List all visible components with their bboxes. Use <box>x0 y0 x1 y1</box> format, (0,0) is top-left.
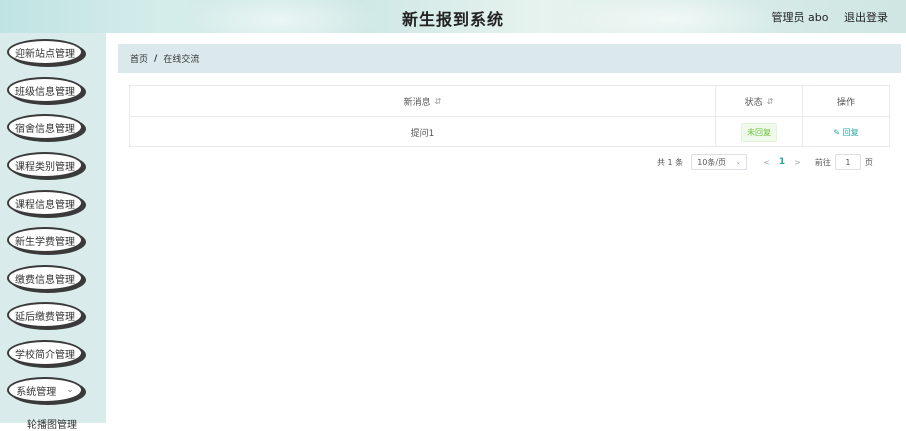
logout-link[interactable]: 退出登录 <box>844 11 888 24</box>
chevron-down-icon: ⌄ <box>66 385 74 395</box>
chevron-down-icon: ⌄ <box>735 158 742 166</box>
breadcrumb-current: 在线交流 <box>163 55 200 65</box>
breadcrumb-home[interactable]: 首页 <box>130 52 148 65</box>
table-row: 提问1 未回复 ✎ 回复 <box>130 117 889 147</box>
goto-page-input[interactable] <box>834 154 861 170</box>
sidebar-item-label: 课程类别管理 <box>15 161 75 173</box>
sidebar-item-label: 班级信息管理 <box>15 86 75 98</box>
table-header-row: 新消息 ⇵ 状态 ⇵ 操作 <box>130 86 889 117</box>
sidebar-item-label: 延后缴费管理 <box>15 311 75 323</box>
chevron-right-icon[interactable]: > <box>794 158 801 167</box>
page-suffix: 页 <box>864 157 873 167</box>
sidebar-item-label: 课程信息管理 <box>15 199 75 211</box>
column-header-message[interactable]: 新消息 ⇵ <box>130 86 716 116</box>
column-header-label: 新消息 <box>403 97 431 108</box>
sidebar-item-tuition[interactable]: 新生学费管理 <box>7 227 83 253</box>
page-size-select[interactable]: 10条/页 ⌄ <box>691 154 748 170</box>
user-area: 管理员 abo 退出登录 <box>760 9 888 25</box>
header-bar: 新生报到系统 管理员 abo 退出登录 <box>0 0 906 33</box>
cell-action: ✎ 回复 <box>803 117 889 147</box>
sidebar-item-class[interactable]: 班级信息管理 <box>7 77 83 103</box>
sidebar-item-label: 新生学费管理 <box>15 236 75 248</box>
cell-status: 未回复 <box>716 117 803 147</box>
sidebar-item-label: 缴费信息管理 <box>15 274 75 286</box>
column-header-status[interactable]: 状态 ⇵ <box>716 86 803 116</box>
page-number[interactable]: 1 <box>779 157 785 167</box>
column-header-label: 状态 <box>744 97 763 108</box>
sidebar-item-school-intro[interactable]: 学校简介管理 <box>7 340 83 366</box>
sort-caret-icon[interactable]: ⇵ <box>435 97 442 106</box>
sidebar-item-label: 学校简介管理 <box>15 349 75 361</box>
cell-message: 提问1 <box>130 117 716 147</box>
pagination: 共 1 条 10条/页 ⌄ < 1 > 前往 页 <box>657 153 873 171</box>
sidebar-item-system[interactable]: 系统管理 ⌄ <box>7 377 83 403</box>
message-table: 新消息 ⇵ 状态 ⇵ 操作 提问1 未回复 ✎ 回复 <box>129 85 890 147</box>
sidebar-item-welcome-station[interactable]: 迎新站点管理 <box>7 39 83 65</box>
sidebar-item-label: 宿舍信息管理 <box>15 123 75 135</box>
sidebar-item-dormitory[interactable]: 宿舍信息管理 <box>7 114 83 140</box>
column-header-action: 操作 <box>803 86 889 116</box>
page-size-value: 10条/页 <box>697 157 727 167</box>
goto-label: 前往 <box>814 157 831 167</box>
sidebar-item-payment[interactable]: 缴费信息管理 <box>7 265 83 291</box>
sidebar-item-course-category[interactable]: 课程类别管理 <box>7 152 83 178</box>
breadcrumb-separator: / <box>154 53 158 64</box>
chevron-left-icon[interactable]: < <box>763 158 770 167</box>
breadcrumb: 首页 / 在线交流 <box>118 44 901 73</box>
reply-label: 回复 <box>842 127 859 137</box>
sort-caret-icon[interactable]: ⇵ <box>767 97 774 106</box>
sidebar-item-deferred-payment[interactable]: 延后缴费管理 <box>7 302 83 328</box>
sidebar-item-label: 系统管理 <box>16 386 57 398</box>
sidebar: 迎新站点管理 班级信息管理 宿舍信息管理 课程类别管理 课程信息管理 新生学费管… <box>0 33 106 423</box>
edit-icon: ✎ <box>833 127 841 137</box>
pagination-total: 共 1 条 <box>657 157 684 167</box>
status-badge: 未回复 <box>741 122 777 142</box>
sidebar-subitem-carousel[interactable]: 轮播图管理 <box>27 416 77 431</box>
sidebar-item-course-info[interactable]: 课程信息管理 <box>7 190 83 216</box>
message-text: 提问1 <box>410 128 435 139</box>
column-header-label: 操作 <box>836 97 855 108</box>
reply-button[interactable]: ✎ 回复 <box>833 127 858 138</box>
sidebar-item-label: 迎新站点管理 <box>15 48 75 60</box>
user-name: 管理员 abo <box>771 11 829 24</box>
